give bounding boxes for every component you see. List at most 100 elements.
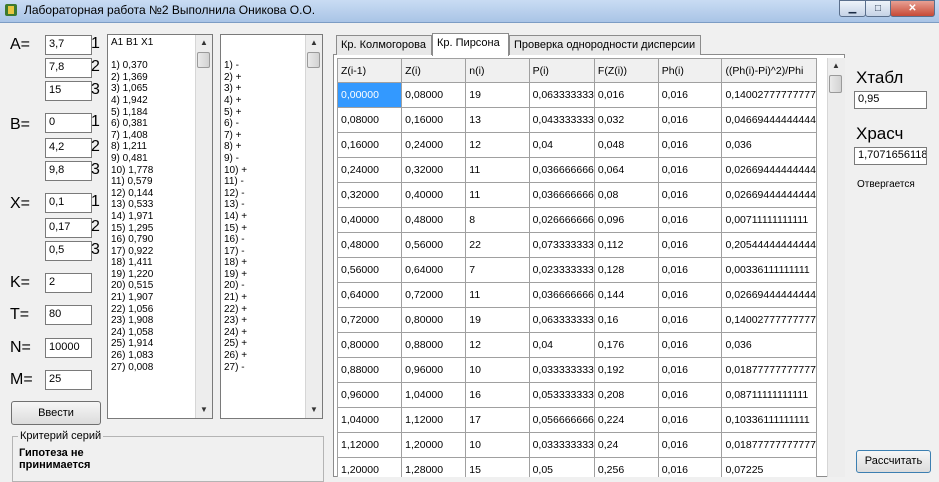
table-cell[interactable]: 0,64000 [337, 282, 403, 308]
table-row[interactable]: 0,72000 0,80000 19 0,063333333 0,16 0,016 0,14… [337, 307, 817, 333]
xtabl-input[interactable]: 0,95 [854, 91, 927, 109]
table-cell[interactable]: 0,88000 [337, 357, 403, 383]
list-item[interactable]: 14) 1,971 [111, 211, 153, 223]
table-cell[interactable]: 0,96000 [401, 357, 467, 383]
table-cell[interactable]: 0,016 [657, 257, 723, 283]
a1-input[interactable]: 3,7 [45, 35, 92, 55]
scroll-down-icon[interactable]: ▼ [196, 402, 212, 418]
table-cell[interactable]: 1,12000 [337, 432, 403, 458]
table-cell[interactable]: 0,073333333 [528, 232, 595, 258]
list-item[interactable]: 9) - [224, 153, 247, 165]
list-item[interactable]: 26) 1,083 [111, 350, 153, 362]
table-cell[interactable]: 0,48000 [401, 207, 467, 233]
table-cell[interactable]: 0,56000 [401, 232, 467, 258]
table-cell[interactable]: 11 [465, 182, 530, 208]
table-cell[interactable]: 0,88000 [401, 332, 467, 358]
table-row[interactable]: 0,40000 0,48000 8 0,026666666 0,096 0,016 0,00… [337, 207, 817, 233]
table-cell[interactable]: 0,40000 [337, 207, 403, 233]
table-row[interactable]: 0,56000 0,64000 7 0,023333333 0,128 0,016 0,00… [337, 257, 817, 283]
table-cell[interactable]: 0,08000 [337, 107, 403, 133]
table-cell[interactable]: 0,14002777777777 [721, 307, 817, 333]
table-cell[interactable]: 0,224 [593, 407, 659, 433]
table-cell[interactable]: 0,016 [593, 82, 659, 108]
scroll-thumb[interactable] [307, 52, 320, 68]
table-row[interactable]: 0,16000 0,24000 12 0,04 0,048 0,016 0,036 [337, 132, 817, 158]
list-item[interactable]: 8) + [224, 141, 247, 153]
table-cell[interactable]: 17 [465, 407, 530, 433]
column-header[interactable]: ((Ph(i)-Pi)^2)/Phi [721, 58, 817, 83]
table-row[interactable]: 0,64000 0,72000 11 0,036666666 0,144 0,016 0,0… [337, 282, 817, 308]
list-item[interactable]: 2) + [224, 72, 247, 84]
tab-variance-homogeneity[interactable]: Проверка однородности дисперсии [509, 35, 701, 55]
table-cell[interactable]: 0,48000 [337, 232, 403, 258]
list-item[interactable]: 24) + [224, 327, 247, 339]
table-cell[interactable]: 0,016 [657, 282, 723, 308]
table-cell[interactable]: 0,10336111111111 [721, 407, 817, 433]
table-cell[interactable]: 19 [465, 82, 530, 108]
table-cell[interactable]: 0,01877777777777 [721, 432, 817, 458]
list-item[interactable]: 17) - [224, 246, 247, 258]
list-item[interactable]: 13) 0,533 [111, 199, 153, 211]
list-item[interactable]: 2) 1,369 [111, 72, 153, 84]
list-item[interactable]: 12) - [224, 188, 247, 200]
scroll-up-icon[interactable]: ▲ [306, 35, 322, 51]
table-cell[interactable]: 0,80000 [337, 332, 403, 358]
table-cell[interactable]: 0,16 [593, 307, 659, 333]
table-cell[interactable]: 1,20000 [401, 432, 467, 458]
table-cell[interactable]: 0,063333333 [528, 82, 595, 108]
scroll-thumb[interactable] [829, 75, 842, 93]
table-cell[interactable]: 0,023333333 [528, 257, 595, 283]
table-row[interactable]: 0,00000 0,08000 19 0,063333333 0,016 0,016 0,1… [337, 82, 817, 108]
table-cell[interactable]: 15 [465, 457, 530, 477]
table-cell[interactable]: 0,01877777777777 [721, 357, 817, 383]
table-cell[interactable]: 0,32000 [401, 157, 467, 183]
table-cell[interactable]: 0,016 [657, 382, 723, 408]
table-cell[interactable]: 11 [465, 282, 530, 308]
table-cell[interactable]: 0,04669444444444 [721, 107, 817, 133]
column-header[interactable]: Z(i-1) [337, 58, 403, 83]
m-input[interactable]: 25 [45, 370, 92, 390]
table-cell[interactable]: 0,112 [593, 232, 659, 258]
x2-input[interactable]: 0,17 [45, 218, 92, 238]
table-row[interactable]: 0,88000 0,96000 10 0,033333333 0,192 0,016 0,0… [337, 357, 817, 383]
table-cell[interactable]: 0,16000 [401, 107, 467, 133]
table-scrollbar[interactable]: ▲ [827, 58, 845, 477]
list-item[interactable]: 26) + [224, 350, 247, 362]
table-cell[interactable]: 0,016 [657, 432, 723, 458]
table-cell[interactable]: 0,053333333 [528, 382, 595, 408]
list-item[interactable]: 3) + [224, 83, 247, 95]
table-cell[interactable]: 0,40000 [401, 182, 467, 208]
table-cell[interactable]: 0,016 [657, 107, 723, 133]
tab-kolmogorov[interactable]: Кр. Колмогорова [336, 35, 432, 55]
table-cell[interactable]: 0,14002777777777 [721, 82, 817, 108]
list-item[interactable]: 10) 1,778 [111, 165, 153, 177]
table-cell[interactable]: 0,256 [593, 457, 659, 477]
list-item[interactable]: 1) 0,370 [111, 60, 153, 72]
list-item[interactable]: A1 B1 X1 [111, 37, 153, 49]
table-cell[interactable]: 0,036666666 [528, 157, 595, 183]
list-item[interactable]: 19) + [224, 269, 247, 281]
table-cell[interactable]: 0,016 [657, 132, 723, 158]
table-cell[interactable]: 0,016 [657, 332, 723, 358]
column-header[interactable]: Ph(i) [657, 58, 723, 83]
table-cell[interactable]: 13 [465, 107, 530, 133]
values-list-scrollbar[interactable]: ▲ ▼ [195, 35, 212, 418]
list-item[interactable]: 3) 1,065 [111, 83, 153, 95]
b1-input[interactable]: 0 [45, 113, 92, 133]
list-item[interactable]: 22) + [224, 304, 247, 316]
table-cell[interactable]: 0,056666666 [528, 407, 595, 433]
list-item[interactable]: 10) + [224, 165, 247, 177]
table-cell[interactable]: 0,026666666 [528, 207, 595, 233]
list-item[interactable]: 6) - [224, 118, 247, 130]
list-item[interactable]: 15) + [224, 223, 247, 235]
values-list[interactable]: A1 B1 X1 1) 0,370 2) 1,369 3) 1,065 4) 1,94… [107, 34, 213, 419]
table-cell[interactable]: 0,032 [593, 107, 659, 133]
table-cell[interactable]: 0,016 [657, 182, 723, 208]
table-cell[interactable]: 0,08000 [401, 82, 467, 108]
tab-pearson[interactable]: Кр. Пирсона [432, 33, 509, 56]
table-cell[interactable]: 0,016 [657, 457, 723, 477]
list-item[interactable]: 20) 0,515 [111, 280, 153, 292]
list-item[interactable]: 16) - [224, 234, 247, 246]
table-cell[interactable]: 0,32000 [337, 182, 403, 208]
table-cell[interactable]: 0,016 [657, 232, 723, 258]
